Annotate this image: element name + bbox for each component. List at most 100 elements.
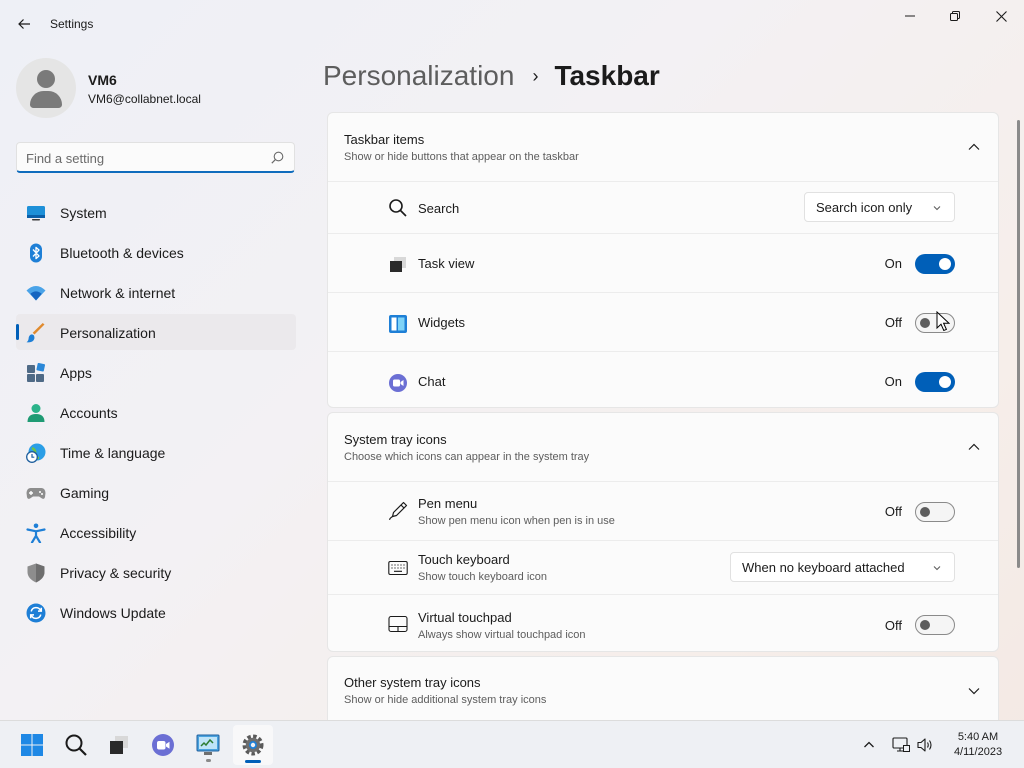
system-tray-header[interactable]: System tray icons Choose which icons can… xyxy=(328,413,998,481)
start-button[interactable] xyxy=(12,725,52,765)
search-input[interactable] xyxy=(26,149,266,167)
taskbar-task-view-button[interactable] xyxy=(99,725,139,765)
search-icon xyxy=(65,734,87,756)
search-icon xyxy=(389,199,407,217)
sidebar-item-label: Bluetooth & devices xyxy=(60,245,184,261)
minimize-icon xyxy=(905,15,915,17)
running-indicator xyxy=(206,759,211,762)
chevron-up-icon[interactable] xyxy=(967,441,981,453)
sidebar-item-label: Privacy & security xyxy=(60,565,172,581)
back-button[interactable] xyxy=(10,10,38,38)
pen-menu-label: Pen menu xyxy=(418,496,478,511)
touch-keyboard-label: Touch keyboard xyxy=(418,552,510,567)
privacy-icon xyxy=(27,563,45,583)
taskbar-control-panel-button[interactable] xyxy=(188,725,228,765)
section-subtitle: Choose which icons can appear in the sys… xyxy=(344,451,590,463)
pen-menu-state: Off xyxy=(884,504,902,519)
section-title: Taskbar items xyxy=(344,132,425,147)
network-icon xyxy=(26,286,46,301)
network-status-button[interactable] xyxy=(890,721,912,768)
chevron-down-icon xyxy=(933,206,941,211)
chevron-up-icon[interactable] xyxy=(967,141,981,153)
pen-menu-toggle[interactable] xyxy=(915,502,955,522)
section-subtitle: Show or hide buttons that appear on the … xyxy=(344,151,579,163)
chat-toggle[interactable] xyxy=(915,372,955,392)
breadcrumb-parent[interactable]: Personalization xyxy=(323,60,514,92)
chevron-down-icon[interactable] xyxy=(967,685,981,697)
taskbar-search-button[interactable] xyxy=(56,725,96,765)
taskbar-settings-button[interactable] xyxy=(233,725,273,765)
task-view-row: Task view On xyxy=(328,233,998,292)
sidebar-item-accessibility[interactable]: Accessibility xyxy=(16,514,296,550)
start-icon xyxy=(21,734,43,756)
task-view-label: Task view xyxy=(418,256,475,271)
virtual-touchpad-state: Off xyxy=(884,618,902,633)
sidebar-item-gaming[interactable]: Gaming xyxy=(16,474,296,510)
task-view-icon xyxy=(110,736,128,754)
close-icon xyxy=(995,10,1007,22)
clock-time: 5:40 AM xyxy=(957,731,999,743)
virtual-touchpad-toggle[interactable] xyxy=(915,615,955,635)
back-arrow-icon xyxy=(18,19,30,29)
chat-icon xyxy=(152,734,174,756)
touchpad-icon xyxy=(388,615,408,633)
task-view-state: On xyxy=(884,256,902,271)
sidebar-item-accounts[interactable]: Accounts xyxy=(16,394,296,430)
search-mode-dropdown[interactable]: Search icon only xyxy=(804,192,955,222)
sidebar-item-label: Time & language xyxy=(60,445,166,461)
pen-menu-row: Pen menu Show pen menu icon when pen is … xyxy=(328,481,998,540)
taskbar: 5:40 AM 4/11/2023 xyxy=(0,720,1024,768)
touch-keyboard-description: Show touch keyboard icon xyxy=(418,571,548,583)
virtual-touchpad-label: Virtual touchpad xyxy=(418,610,512,625)
sidebar-item-system[interactable]: System xyxy=(16,194,296,230)
system-icon xyxy=(27,206,45,221)
sidebar-item-time-language[interactable]: Time & language xyxy=(16,434,296,470)
chevron-down-icon xyxy=(933,566,941,571)
search-icon xyxy=(271,151,284,164)
user-profile[interactable]: VM6 VM6@collabnet.local xyxy=(16,58,296,118)
sidebar-item-privacy[interactable]: Privacy & security xyxy=(16,554,296,590)
section-title: Other system tray icons xyxy=(344,675,481,690)
clock-date: 4/11/2023 xyxy=(953,746,1003,758)
sidebar-item-bluetooth[interactable]: Bluetooth & devices xyxy=(16,234,296,270)
sidebar-item-windows-update[interactable]: Windows Update xyxy=(16,594,296,630)
restore-icon xyxy=(950,11,960,21)
search-label: Search xyxy=(418,201,460,216)
scrollbar[interactable] xyxy=(1017,120,1020,568)
bluetooth-icon xyxy=(30,243,42,263)
widgets-state: Off xyxy=(884,315,902,330)
pen-icon xyxy=(388,501,408,520)
title-bar: Settings xyxy=(0,0,1024,48)
volume-button[interactable] xyxy=(914,721,936,768)
breadcrumb: Personalization › Taskbar xyxy=(323,58,660,94)
sidebar-item-label: Network & internet xyxy=(60,285,176,301)
sidebar-item-network[interactable]: Network & internet xyxy=(16,274,296,310)
minimize-button[interactable] xyxy=(887,0,933,32)
taskbar-items-header[interactable]: Taskbar items Show or hide buttons that … xyxy=(328,113,998,181)
virtual-touchpad-description: Always show virtual touchpad icon xyxy=(418,629,586,641)
virtual-touchpad-row: Virtual touchpad Always show virtual tou… xyxy=(328,594,998,651)
widgets-icon xyxy=(389,315,407,333)
other-tray-header[interactable]: Other system tray icons Show or hide add… xyxy=(328,657,998,725)
sidebar-item-personalization[interactable]: Personalization xyxy=(16,314,296,350)
task-view-icon xyxy=(390,257,406,272)
apps-icon xyxy=(27,363,46,382)
task-view-toggle[interactable] xyxy=(915,254,955,274)
close-button[interactable] xyxy=(978,0,1024,32)
mouse-cursor-icon xyxy=(936,311,950,332)
taskbar-chat-button[interactable] xyxy=(143,725,183,765)
page-title: Taskbar xyxy=(554,60,660,91)
maximize-button[interactable] xyxy=(932,0,978,32)
dropdown-value: Search icon only xyxy=(816,200,913,215)
taskbar-items-card: Taskbar items Show or hide buttons that … xyxy=(327,112,999,408)
sidebar-item-label: Accounts xyxy=(60,405,118,421)
sidebar-item-label: Apps xyxy=(60,365,92,381)
windows-update-icon xyxy=(26,603,46,623)
sidebar-item-apps[interactable]: Apps xyxy=(16,354,296,390)
clock[interactable]: 5:40 AM 4/11/2023 xyxy=(940,730,1016,760)
speaker-icon xyxy=(917,738,932,752)
show-hidden-icons-button[interactable] xyxy=(858,721,880,768)
search-box[interactable] xyxy=(16,142,295,173)
app-title: Settings xyxy=(50,17,94,31)
touch-keyboard-dropdown[interactable]: When no keyboard attached xyxy=(730,552,955,582)
